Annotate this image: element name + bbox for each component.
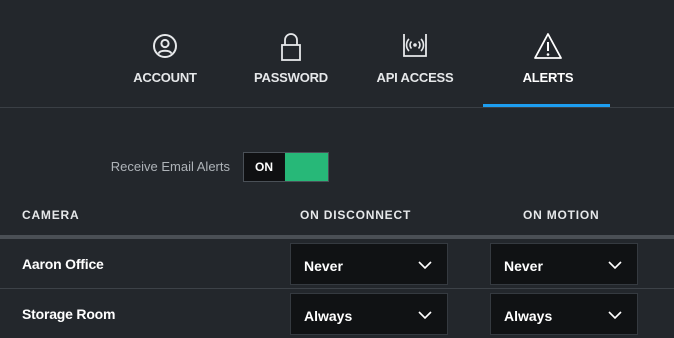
on-disconnect-select[interactable]: Never [290,243,448,285]
account-icon [153,34,177,58]
column-header-on-motion: ON MOTION [523,208,600,222]
on-motion-select[interactable]: Never [490,243,638,285]
chevron-down-icon [418,261,432,270]
table-row: Aaron Office Never Never [0,240,674,289]
chevron-down-icon [608,311,622,320]
email-alerts-row: Receive Email Alerts ON [0,150,674,184]
chevron-down-icon [418,311,432,320]
tab-password[interactable]: PASSWORD [236,30,346,107]
column-header-on-disconnect: ON DISCONNECT [300,208,412,222]
chevron-down-icon [608,261,622,270]
table-header-divider [0,235,674,239]
alerts-settings-panel: ACCOUNT PASSWORD API ACCESS ALERTS Recei… [0,0,674,337]
tab-alerts-label: ALERTS [522,70,574,85]
tab-account[interactable]: ACCOUNT [110,30,220,107]
active-tab-indicator [483,104,610,107]
select-value: Never [304,258,343,274]
select-value: Never [504,258,543,274]
tab-password-label: PASSWORD [254,70,328,85]
settings-tabs: ACCOUNT PASSWORD API ACCESS ALERTS [0,0,674,108]
email-alerts-toggle[interactable]: ON [243,152,329,182]
camera-name: Aaron Office [22,256,104,272]
on-motion-select[interactable]: Always [490,293,638,335]
warning-icon [534,33,562,59]
alerts-table-header: CAMERA ON DISCONNECT ON MOTION [0,195,674,235]
tab-api-access-label: API ACCESS [376,70,454,85]
select-value: Always [504,308,553,324]
tab-alerts[interactable]: ALERTS [493,30,603,107]
on-disconnect-select[interactable]: Always [290,293,448,335]
toggle-knob [285,153,328,181]
toggle-state-text: ON [244,153,284,181]
table-row: Storage Room Always Always [0,290,674,338]
select-value: Always [304,308,353,324]
api-signal-icon [403,34,427,57]
tab-api-access[interactable]: API ACCESS [355,30,475,107]
email-alerts-label: Receive Email Alerts [110,159,230,174]
column-header-camera: CAMERA [22,208,80,222]
lock-icon [281,33,301,61]
tab-account-label: ACCOUNT [133,70,197,85]
camera-name: Storage Room [22,306,116,322]
